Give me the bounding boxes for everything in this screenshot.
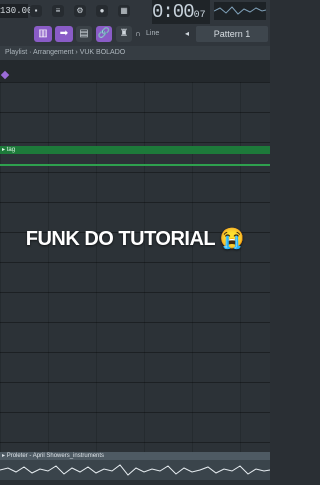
record-icon[interactable]: ● (96, 5, 108, 17)
pattern-prev-icon[interactable]: ◂ (182, 28, 192, 40)
mixer-icon[interactable]: ≡ (52, 5, 64, 17)
song-position-clock: 0:0007 (152, 0, 210, 24)
breadcrumb: Playlist · Arrangement › VUK BOLADO (0, 46, 270, 60)
tag-track[interactable]: ▸ tag (0, 146, 270, 154)
audio-clip-header[interactable]: ▸ Proleter - April Showers_instruments (0, 452, 270, 460)
clock-sub: 07 (193, 10, 206, 21)
metronome-icon[interactable]: ▪ (30, 5, 42, 17)
clock-main: 0:00 (152, 1, 195, 23)
link-icon[interactable]: 🔗 (96, 26, 112, 42)
waveform-graphic (0, 464, 271, 476)
stamp-icon[interactable]: ♜ (116, 26, 132, 42)
oscilloscope (214, 2, 266, 20)
step-icon[interactable]: ▤ (76, 26, 92, 42)
beat-grid (0, 82, 270, 454)
tempo-display[interactable]: 130.000 (0, 4, 38, 18)
magnet-icon[interactable]: ∩ (133, 28, 143, 40)
arrow-right-icon[interactable]: ➡ (55, 26, 73, 42)
settings-icon[interactable]: ⚙ (74, 5, 86, 17)
pattern-selector[interactable]: Pattern 1 (196, 26, 268, 42)
oscilloscope-wave (214, 6, 266, 15)
playhead-marker[interactable] (0, 70, 10, 80)
timeline-ruler[interactable] (0, 60, 270, 83)
tag-label: tag (6, 147, 16, 153)
tag-track-line (0, 164, 270, 166)
snap-mode-label[interactable]: Line (146, 30, 159, 37)
audio-clip-label: Proleter - April Showers_instruments (6, 453, 105, 459)
video-caption: FUNK DO TUTORIAL 😭 (25, 228, 245, 250)
toolbar: 130.000 ▪ ≡ ⚙ ● ▦ 0:0007 ▥ ➡ ▤ 🔗 ♜ ∩ Lin… (0, 0, 270, 46)
playlist-icon[interactable]: ▦ (118, 5, 130, 17)
audio-clip-waveform[interactable] (0, 460, 271, 480)
piano-roll-icon[interactable]: ▥ (34, 26, 52, 42)
